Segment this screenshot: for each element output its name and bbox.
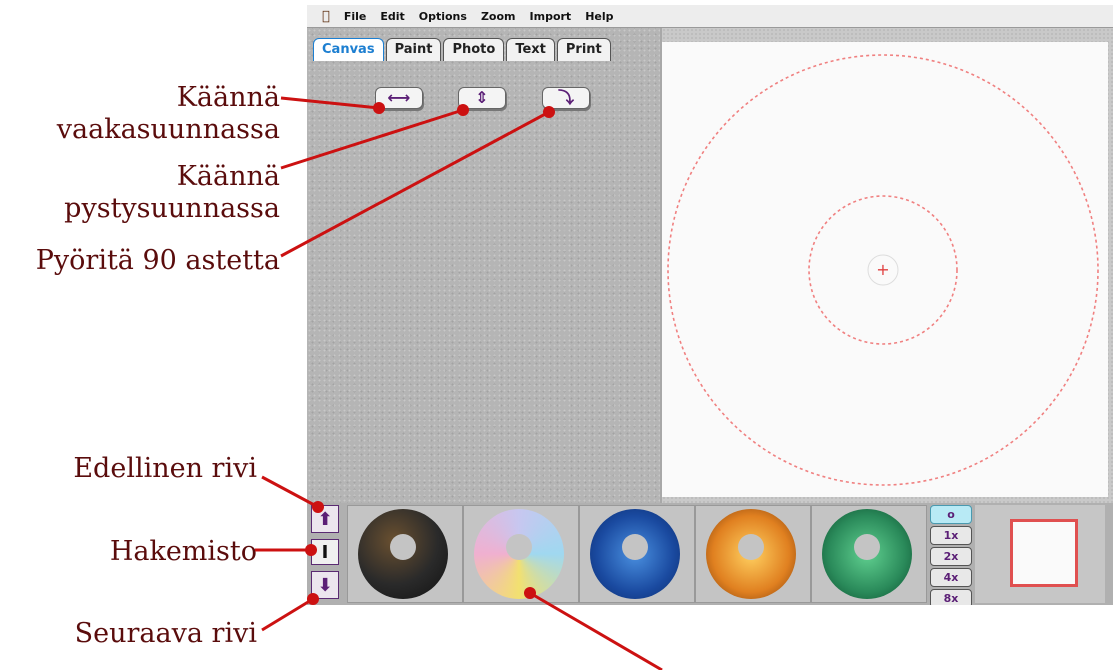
- gallery-thumb[interactable]: [463, 505, 579, 603]
- tab-paint[interactable]: Paint: [385, 38, 442, 61]
- tab-bar: Canvas Paint Photo Text Print: [313, 38, 613, 61]
- gallery-thumb[interactable]: [347, 505, 463, 603]
- callout-next-row: Seuraava rivi: [74, 618, 257, 649]
- zoom-8x-button[interactable]: 8x: [930, 589, 972, 605]
- app-window:  File Edit Options Zoom Import Help Can…: [307, 5, 1113, 605]
- menu-bar:  File Edit Options Zoom Import Help: [307, 5, 1113, 28]
- butterfly-disc-orange: [706, 509, 796, 599]
- rotate-90-button[interactable]: ⤵: [542, 87, 590, 109]
- zoom-fit-button[interactable]: o: [930, 505, 972, 524]
- tab-canvas[interactable]: Canvas: [313, 38, 384, 61]
- tab-print[interactable]: Print: [556, 38, 611, 61]
- music-disc-dark: [358, 509, 448, 599]
- gallery-thumb[interactable]: [579, 505, 695, 603]
- gallery-bar: ⬆ I ⬇ o 1x 2x 4x 8x: [307, 503, 1113, 605]
- menu-zoom[interactable]: Zoom: [481, 10, 516, 23]
- callout-index: Hakemisto: [109, 536, 257, 567]
- menu-file[interactable]: File: [344, 10, 367, 23]
- gallery-thumb[interactable]: [811, 505, 927, 603]
- preview-thumbnail[interactable]: [1010, 519, 1078, 587]
- menu-edit[interactable]: Edit: [380, 10, 404, 23]
- tool-panel: Canvas Paint Photo Text Print ⟷ ⇕ ⤵: [307, 28, 660, 503]
- callout-rotate: Pyöritä 90 astetta: [35, 245, 280, 276]
- gallery-thumb[interactable]: [695, 505, 811, 603]
- callout-flip-horizontal: Käännä vaakasuunnassa: [56, 82, 280, 145]
- butterfly-disc-green: [822, 509, 912, 599]
- tab-photo[interactable]: Photo: [443, 38, 505, 61]
- flip-vertical-button[interactable]: ⇕: [458, 87, 506, 109]
- next-row-button[interactable]: ⬇: [311, 571, 339, 599]
- preview-panel: [975, 505, 1105, 603]
- menu-options[interactable]: Options: [419, 10, 467, 23]
- arrow-down-icon: ⬇: [317, 574, 333, 596]
- callout-flip-vertical: Käännä pystysuunnassa: [64, 161, 280, 224]
- apple-icon[interactable]: : [322, 9, 330, 24]
- arrow-up-icon: ⬆: [317, 508, 333, 530]
- cd-label-guides: +: [667, 54, 1099, 486]
- zoom-2x-button[interactable]: 2x: [930, 547, 972, 566]
- callout-prev-row: Edellinen rivi: [73, 453, 257, 484]
- flip-horizontal-icon: ⟷: [387, 88, 411, 107]
- flip-vertical-icon: ⇕: [475, 88, 489, 107]
- index-icon: I: [321, 541, 329, 563]
- zoom-4x-button[interactable]: 4x: [930, 568, 972, 587]
- center-mark-icon: +: [876, 260, 889, 279]
- menu-import[interactable]: Import: [530, 10, 572, 23]
- zoom-controls: o 1x 2x 4x 8x: [929, 505, 973, 605]
- zoom-1x-button[interactable]: 1x: [930, 526, 972, 545]
- canvas-area: +: [662, 28, 1113, 503]
- index-button[interactable]: I: [311, 539, 339, 565]
- canvas[interactable]: +: [662, 42, 1108, 497]
- prev-row-button[interactable]: ⬆: [311, 505, 339, 533]
- tab-text[interactable]: Text: [506, 38, 555, 61]
- menu-help[interactable]: Help: [585, 10, 613, 23]
- rotate-icon: ⤵: [557, 88, 574, 107]
- flip-horizontal-button[interactable]: ⟷: [375, 87, 423, 109]
- music-disc-pastel: [474, 509, 564, 599]
- butterfly-disc-blue: [590, 509, 680, 599]
